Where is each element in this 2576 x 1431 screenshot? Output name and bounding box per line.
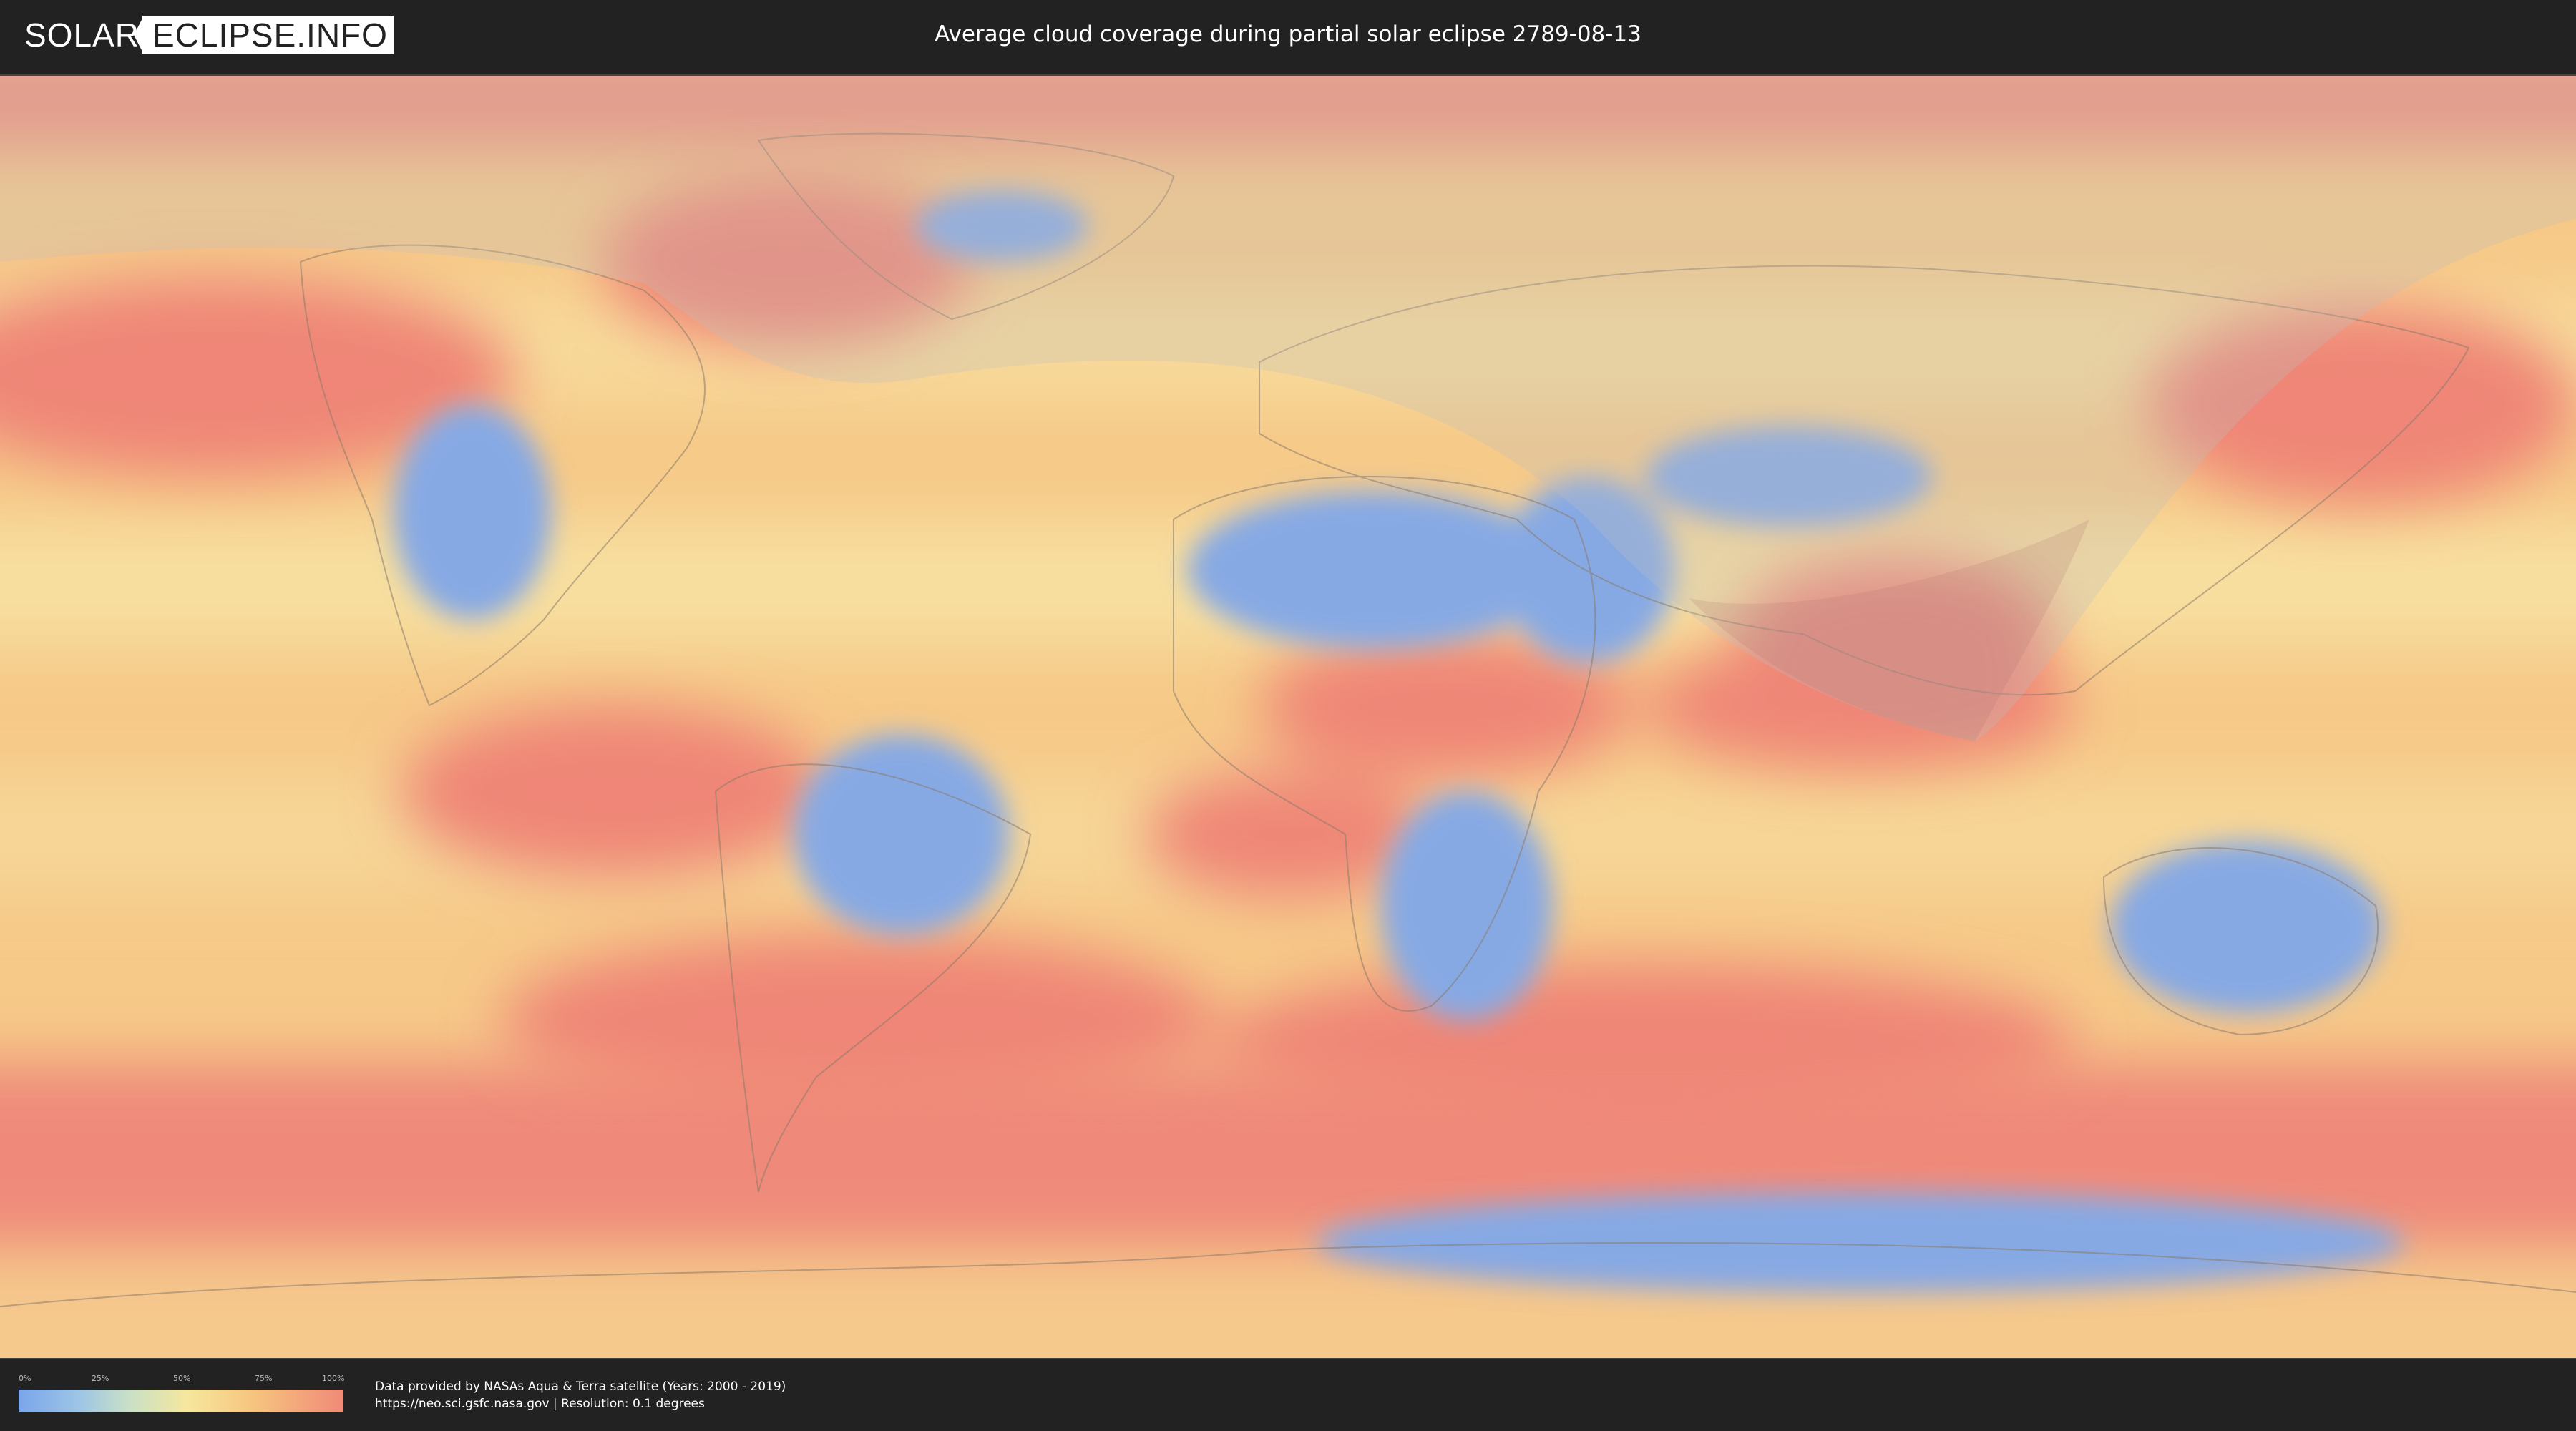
footer-bar: 0% 25% 50% 75% 100% Data provided by NAS… xyxy=(0,1359,2576,1431)
legend-tick-75: 75% xyxy=(255,1374,273,1383)
legend-tick-0: 0% xyxy=(19,1374,31,1383)
credits-line-1: Data provided by NASAs Aqua & Terra sate… xyxy=(375,1379,786,1394)
data-credits: Data provided by NASAs Aqua & Terra sate… xyxy=(375,1378,786,1412)
cloud-coverage-legend: 0% 25% 50% 75% 100% xyxy=(19,1374,345,1412)
credits-line-2[interactable]: https://neo.sci.gsfc.nasa.gov | Resoluti… xyxy=(375,1395,786,1412)
map-canvas xyxy=(0,76,2576,1358)
cloud-coverage-map[interactable] xyxy=(0,74,2576,1359)
legend-tick-25: 25% xyxy=(92,1374,109,1383)
page-title: Average cloud coverage during partial so… xyxy=(935,21,1641,47)
legend-ticks: 0% 25% 50% 75% 100% xyxy=(19,1374,345,1390)
header-bar: SOLAR ECLIPSE.INFO Average cloud coverag… xyxy=(0,0,2576,72)
legend-color-bar xyxy=(19,1390,343,1412)
legend-tick-50: 50% xyxy=(173,1374,191,1383)
legend-tick-100: 100% xyxy=(322,1374,345,1383)
